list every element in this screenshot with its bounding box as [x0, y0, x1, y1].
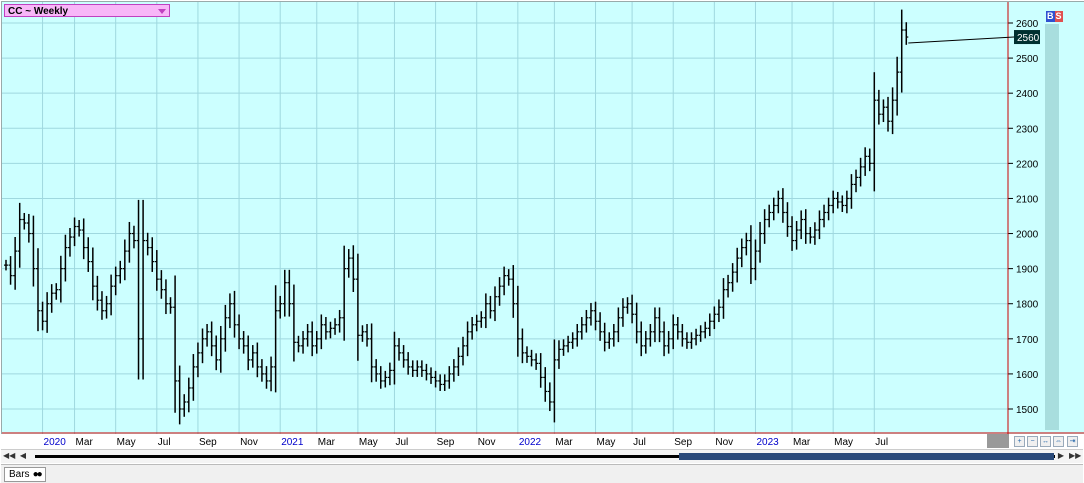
last-price-label: 2560	[1017, 33, 1040, 44]
link-icon: ●●	[32, 469, 43, 480]
x-tick-label: 2022	[519, 437, 542, 448]
x-tick-label: May	[359, 437, 378, 448]
x-tick-label: Jul	[633, 437, 646, 448]
x-tick-label: May	[117, 437, 136, 448]
dropdown-arrow-icon[interactable]	[158, 9, 166, 14]
time-scrollbar[interactable]: ◀◀ ◀ ▶ ▶▶	[1, 449, 1083, 463]
y-tick-label: 2200	[1016, 159, 1039, 170]
price-axis-shade	[1045, 24, 1059, 430]
scroll-right-icon[interactable]: ▶	[1055, 450, 1067, 462]
x-tick-label: Jul	[875, 437, 888, 448]
x-tick-label: May	[597, 437, 616, 448]
sell-indicator[interactable]: S	[1054, 11, 1063, 22]
x-tick-label: Nov	[478, 437, 496, 448]
buy-sell-indicator[interactable]: BS	[1046, 11, 1063, 22]
scroll-start-icon[interactable]: ◀◀	[3, 450, 15, 462]
y-tick-label: 2000	[1016, 230, 1039, 241]
scroll-left-icon[interactable]: ◀	[17, 450, 29, 462]
y-tick-label: 1800	[1016, 300, 1039, 311]
chart-window: 1500 1600 1700 1800 1900 2000 2100 2200 2300 2400…	[0, 0, 1084, 483]
last-price-leader	[908, 36, 1015, 44]
scroll-end-icon[interactable]: ▶▶	[1069, 450, 1081, 462]
x-tick-label: Sep	[199, 437, 217, 448]
x-tick-label: Nov	[715, 437, 733, 448]
price-chart[interactable]: 1500 1600 1700 1800 1900 2000 2100 2200 2300 2400…	[1, 1, 1084, 434]
x-tick-label: Mar	[76, 437, 94, 448]
symbol-label: CC ~ Weekly	[8, 6, 69, 17]
x-tick-label: Mar	[555, 437, 573, 448]
y-tick-label: 1700	[1016, 335, 1039, 346]
y-tick-label: 1600	[1016, 370, 1039, 381]
x-tick-label: May	[834, 437, 853, 448]
current-period-marker	[987, 434, 1009, 448]
y-tick-label: 1500	[1016, 405, 1039, 416]
y-tick-label: 2600	[1016, 19, 1039, 30]
y-tick-label: 2500	[1016, 54, 1039, 65]
y-tick-label: 2300	[1016, 124, 1039, 135]
chart-type-tab[interactable]: Bars ●●	[4, 467, 46, 482]
ohlc-chart: 1500 1600 1700 1800 1900 2000 2100 2200 2300 2400…	[2, 2, 1084, 434]
y-tick-label: 2100	[1016, 194, 1039, 205]
x-tick-label: 2020	[44, 437, 67, 448]
status-bar: Bars ●●	[1, 464, 1083, 483]
scroll-thumb[interactable]	[679, 453, 1054, 460]
x-tick-label: Mar	[793, 437, 811, 448]
chart-type-label: Bars	[9, 469, 30, 480]
x-tick-label: Jul	[395, 437, 408, 448]
buy-indicator[interactable]: B	[1046, 11, 1055, 22]
time-axis-labels: 2020 Mar May Jul Sep Nov 2021 Mar May Jul Sep Nov 20…	[44, 434, 1009, 448]
x-tick-label: 2021	[281, 437, 304, 448]
y-tick-label: 2400	[1016, 89, 1039, 100]
x-tick-label: Mar	[318, 437, 336, 448]
x-tick-label: Nov	[240, 437, 258, 448]
symbol-selector[interactable]: CC ~ Weekly	[4, 4, 170, 17]
y-tick-label: 1900	[1016, 265, 1039, 276]
x-tick-label: 2023	[756, 437, 779, 448]
x-tick-label: Jul	[158, 437, 171, 448]
x-tick-label: Sep	[437, 437, 455, 448]
x-tick-label: Sep	[674, 437, 692, 448]
